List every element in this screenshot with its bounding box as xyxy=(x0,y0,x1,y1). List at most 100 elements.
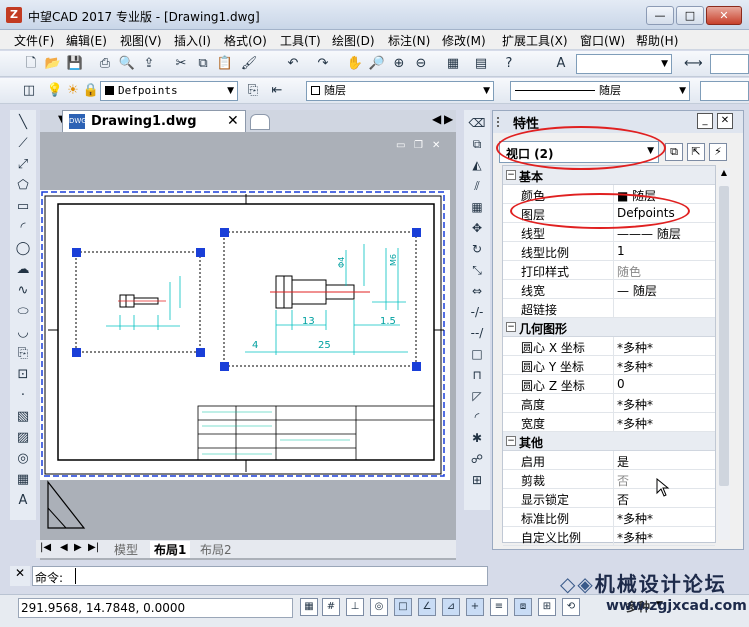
property-row[interactable]: 圆心 Y 坐标 *多种* xyxy=(503,356,715,375)
chamfer-icon[interactable]: ◸ xyxy=(468,387,486,405)
select-objects-icon[interactable]: ⇱ xyxy=(687,143,705,161)
lineweight-display-icon[interactable]: ≡ xyxy=(490,598,508,616)
zoom-realtime-icon[interactable]: 🔎 xyxy=(368,55,386,73)
property-row[interactable]: 超链接 xyxy=(503,299,715,318)
dim-style-icon[interactable]: ⟷ xyxy=(684,55,703,73)
property-row[interactable]: 圆心 Z 坐标 0 xyxy=(503,375,715,394)
match-properties-icon[interactable]: 🖌 xyxy=(240,55,258,73)
snap-mode-icon[interactable]: ▦ xyxy=(300,598,318,616)
tab-layout1[interactable]: 布局1 xyxy=(150,541,191,558)
property-row[interactable]: 启用 是 xyxy=(503,451,715,470)
first-tab-icon[interactable]: |◀ xyxy=(40,542,51,553)
sun-icon[interactable]: ☀ xyxy=(64,82,82,100)
toggle-pickadd-icon[interactable]: ⧉ xyxy=(665,143,683,161)
array-icon[interactable]: ▦ xyxy=(468,198,486,216)
paper-space[interactable]: 13 1.5 4 25 Φ4 M6 xyxy=(40,190,450,480)
menu-item-11[interactable]: 帮助(H) xyxy=(636,32,678,49)
erase-icon[interactable]: ⌫ xyxy=(468,114,486,132)
move-icon[interactable]: ✥ xyxy=(468,219,486,237)
property-row[interactable]: 标准比例 *多种* xyxy=(503,508,715,527)
property-row[interactable]: 线宽 — 随层 xyxy=(503,280,715,299)
gradient-icon[interactable]: ▨ xyxy=(14,429,32,447)
help-icon[interactable]: ? xyxy=(500,55,518,73)
calculator-icon[interactable]: ▦ xyxy=(444,55,462,73)
menu-item-7[interactable]: 标注(N) xyxy=(388,32,430,49)
mirror-icon[interactable]: ◭ xyxy=(468,156,486,174)
property-row[interactable]: 显示锁定 否 xyxy=(503,489,715,508)
arc-icon[interactable]: ◜ xyxy=(14,219,32,237)
prev-tab-icon[interactable]: ◀ xyxy=(60,542,68,553)
bulb-icon[interactable]: 💡 xyxy=(46,82,64,100)
doc-restore-icon[interactable]: ❐ xyxy=(414,140,423,151)
menu-item-9[interactable]: 扩展工具(X) xyxy=(502,32,568,49)
rotate-icon[interactable]: ↻ xyxy=(468,240,486,258)
command-input[interactable] xyxy=(75,568,76,584)
property-value[interactable]: *多种* xyxy=(617,529,653,546)
text-style-icon[interactable]: A xyxy=(552,55,570,73)
pan-icon[interactable]: ✋ xyxy=(346,55,364,73)
dynamic-ucs-icon[interactable]: ⊿ xyxy=(442,598,460,616)
property-row[interactable]: 高度 *多种* xyxy=(503,394,715,413)
print-preview-icon[interactable]: 🔍 xyxy=(118,55,136,73)
redo-icon[interactable]: ↷ xyxy=(314,55,332,73)
cut-icon[interactable]: ✂ xyxy=(172,55,190,73)
property-row[interactable]: 打印样式 随色 xyxy=(503,261,715,280)
selection-cycling-icon[interactable]: ⟲ xyxy=(562,598,580,616)
scroll-thumb[interactable] xyxy=(719,186,729,486)
tab-scroll-left-icon[interactable]: ◀ xyxy=(432,112,441,126)
point-icon[interactable]: · xyxy=(14,387,32,405)
category-2[interactable]: − 其他 xyxy=(503,432,715,451)
tab-model[interactable]: 模型 xyxy=(114,541,138,558)
property-value[interactable]: 否 xyxy=(617,472,629,489)
lineweight-combo[interactable] xyxy=(700,81,749,101)
ortho-mode-icon[interactable]: ⊥ xyxy=(346,598,364,616)
insert-block-icon[interactable]: ⎘ xyxy=(14,345,32,363)
copy-icon[interactable]: ⧉ xyxy=(194,55,212,73)
property-value[interactable]: 随色 xyxy=(617,263,641,280)
text-style-combo[interactable]: ▼ xyxy=(576,54,672,74)
doc-tab-drawing1[interactable]: DWG Drawing1.dwg ✕ xyxy=(62,110,246,132)
menu-item-1[interactable]: 编辑(E) xyxy=(66,32,107,49)
scroll-up-icon[interactable]: ▲ xyxy=(718,168,730,182)
property-value[interactable]: *多种* xyxy=(617,510,653,527)
layer-previous-icon[interactable]: ⇤ xyxy=(268,82,286,100)
print-icon[interactable]: ⎙ xyxy=(96,55,114,73)
construction-line-icon[interactable]: ⤢ xyxy=(14,156,32,174)
category-1[interactable]: − 几何图形 xyxy=(503,318,715,337)
command-close-icon[interactable]: ✕ xyxy=(10,566,30,586)
quick-select-icon[interactable]: ⚡ xyxy=(709,143,727,161)
property-value[interactable]: *多种* xyxy=(617,396,653,413)
undo-icon[interactable]: ↶ xyxy=(284,55,302,73)
model-paper-icon[interactable]: ⧈ xyxy=(514,598,532,616)
property-value[interactable]: *多种* xyxy=(617,415,653,432)
polar-tracking-icon[interactable]: ◎ xyxy=(370,598,388,616)
zoom-previous-icon[interactable]: ⊖ xyxy=(412,55,430,73)
publish-icon[interactable]: ⇪ xyxy=(140,55,158,73)
menu-item-2[interactable]: 视图(V) xyxy=(120,32,162,49)
property-value[interactable]: *多种* xyxy=(617,339,653,356)
new-file-icon[interactable]: 🗋 xyxy=(22,55,40,73)
hatch-icon[interactable]: ▧ xyxy=(14,408,32,426)
edit-polyline-icon[interactable]: ☍ xyxy=(468,450,486,468)
scale-icon[interactable]: ⤡ xyxy=(468,261,486,279)
menu-item-3[interactable]: 插入(I) xyxy=(174,32,211,49)
join-icon[interactable]: ⊓ xyxy=(468,366,486,384)
make-block-icon[interactable]: ⊡ xyxy=(14,366,32,384)
property-value[interactable]: 是 xyxy=(617,453,629,470)
menu-item-6[interactable]: 绘图(D) xyxy=(332,32,375,49)
menu-item-5[interactable]: 工具(T) xyxy=(280,32,321,49)
property-value[interactable]: 0 xyxy=(617,377,625,391)
property-row[interactable]: 宽度 *多种* xyxy=(503,413,715,432)
open-file-icon[interactable]: 📂 xyxy=(44,55,62,73)
tab-layout2[interactable]: 布局2 xyxy=(200,541,232,558)
property-value[interactable]: *多种* xyxy=(617,358,653,375)
table-icon[interactable]: ▦ xyxy=(14,471,32,489)
panel-minimize-icon[interactable]: _ xyxy=(697,113,713,129)
lock-icon[interactable]: 🔒 xyxy=(82,82,100,100)
layer-combo[interactable]: Defpoints ▼ xyxy=(100,81,238,101)
ray-icon[interactable]: ⟋ xyxy=(14,135,32,153)
collapse-icon[interactable]: − xyxy=(506,436,516,446)
region-icon[interactable]: ◎ xyxy=(14,450,32,468)
ellipse-icon[interactable]: ⬭ xyxy=(14,303,32,321)
object-track-icon[interactable]: ∠ xyxy=(418,598,436,616)
